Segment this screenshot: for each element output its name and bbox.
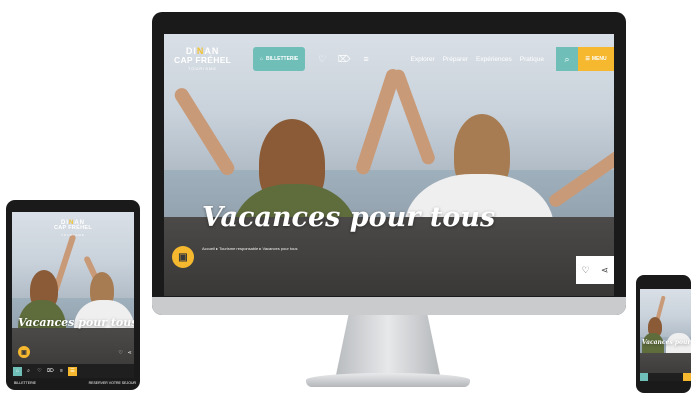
site-logo[interactable]: DINAN CAP FRÉHEL TOURISME bbox=[174, 47, 231, 71]
ticket-icon[interactable]: ⌂ bbox=[13, 366, 22, 376]
main-nav: Explorer Préparer Expériences Pratique bbox=[410, 56, 544, 63]
hero-title: Vacances pour tous bbox=[18, 316, 134, 329]
search-button[interactable]: ⌕ bbox=[556, 47, 578, 71]
heart-icon[interactable]: ♡ bbox=[35, 367, 44, 376]
breadcrumb-item[interactable]: Tourisme responsable bbox=[219, 246, 258, 251]
search-icon: ⌕ bbox=[564, 53, 570, 64]
ticket-icon: ⌂ bbox=[260, 56, 264, 62]
site-header: DINAN CAP FRÉHEL TOURISME ⌂ BILLETTERIE … bbox=[164, 34, 614, 84]
favorite-share-box: ♡ ⋖ bbox=[576, 256, 614, 284]
reserve-link[interactable]: RESERVER VOTRE SEJOUR bbox=[89, 381, 136, 385]
favorite-share-box: ♡ ⋖ bbox=[116, 346, 134, 360]
heart-icon[interactable]: ♡ bbox=[118, 350, 122, 356]
nav-preparer[interactable]: Préparer bbox=[443, 56, 468, 63]
tablet-bottom-bar: ⌂ ⌕ ♡ ⌦ ≡ ☰ bbox=[12, 364, 134, 378]
share-icon[interactable]: ⋖ bbox=[127, 350, 131, 356]
tag-icon[interactable]: ⌦ bbox=[333, 54, 355, 65]
hero-title: Vacances pour tous bbox=[202, 202, 496, 233]
chat-icon: ▣ bbox=[178, 251, 188, 263]
tag-icon[interactable]: ⌦ bbox=[46, 367, 55, 376]
hero-title: Vacances pour tous bbox=[642, 339, 691, 346]
phone-bottom-bar bbox=[640, 373, 691, 381]
nav-pratique[interactable]: Pratique bbox=[520, 56, 544, 63]
billetterie-link[interactable]: BILLETTERIE bbox=[14, 381, 36, 385]
heart-icon[interactable]: ♡ bbox=[582, 265, 590, 276]
desktop-screen: DINAN CAP FRÉHEL TOURISME ⌂ BILLETTERIE … bbox=[164, 34, 614, 296]
chat-button[interactable]: ▣ bbox=[172, 246, 194, 268]
nav-experiences[interactable]: Expériences bbox=[476, 56, 512, 63]
heart-icon[interactable]: ♡ bbox=[311, 54, 333, 65]
list-icon[interactable]: ≡ bbox=[355, 54, 377, 64]
tablet-screen: DINAN CAP FRÉHEL TOURISME Vacances pour … bbox=[12, 212, 134, 378]
menu-button[interactable]: ☰ MENU bbox=[578, 47, 614, 71]
search-icon[interactable]: ⌕ bbox=[24, 367, 33, 376]
hamburger-icon[interactable] bbox=[683, 373, 691, 381]
phone-device: Vacances pour tous bbox=[636, 275, 691, 393]
tablet-device: DINAN CAP FRÉHEL TOURISME Vacances pour … bbox=[6, 200, 140, 390]
hero-image bbox=[640, 289, 691, 381]
breadcrumb-item[interactable]: Accueil bbox=[202, 246, 215, 251]
breadcrumb: Accueil ▸ Tourisme responsable ▸ Vacance… bbox=[202, 246, 298, 251]
ticket-icon[interactable] bbox=[640, 373, 648, 381]
nav-icons bbox=[648, 373, 683, 381]
chat-icon: ▣ bbox=[21, 349, 27, 356]
billetterie-button[interactable]: ⌂ BILLETTERIE bbox=[253, 47, 306, 71]
nav-explorer[interactable]: Explorer bbox=[410, 56, 434, 63]
breadcrumb-item: Vacances pour tous bbox=[262, 246, 298, 251]
chat-button[interactable]: ▣ bbox=[18, 346, 30, 358]
list-icon[interactable]: ≡ bbox=[57, 367, 66, 376]
phone-screen: Vacances pour tous bbox=[640, 289, 691, 381]
desktop-monitor: DINAN CAP FRÉHEL TOURISME ⌂ BILLETTERIE … bbox=[152, 12, 626, 315]
share-icon[interactable]: ⋖ bbox=[601, 265, 609, 276]
monitor-base bbox=[306, 373, 470, 387]
monitor-chin bbox=[152, 297, 626, 315]
site-logo[interactable]: DINAN CAP FRÉHEL TOURISME bbox=[12, 220, 134, 237]
hamburger-icon[interactable]: ☰ bbox=[68, 366, 77, 376]
hamburger-icon: ☰ bbox=[585, 56, 590, 62]
tablet-footer-labels: BILLETTERIE RESERVER VOTRE SEJOUR bbox=[14, 381, 136, 385]
monitor-stand bbox=[336, 315, 440, 375]
